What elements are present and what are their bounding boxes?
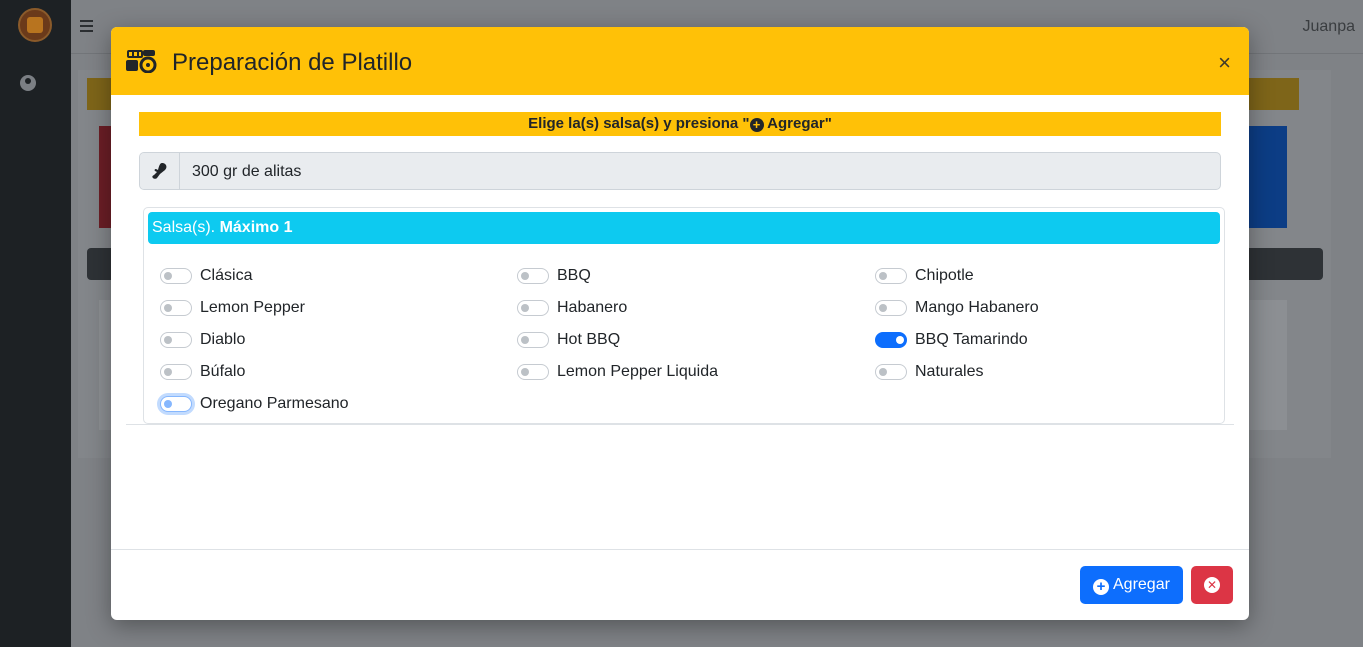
salsa-option-label[interactable]: Clásica (200, 267, 252, 285)
background-card-blue (1246, 126, 1287, 228)
salsa-header-max: Máximo 1 (219, 219, 293, 236)
salsa-toggle-switch[interactable] (160, 268, 192, 284)
salsa-option-label[interactable]: Hot BBQ (557, 331, 620, 349)
switch-knob (879, 304, 887, 312)
switch-knob (521, 272, 529, 280)
salsa-option-label[interactable]: Habanero (557, 299, 627, 317)
switch-knob (164, 368, 172, 376)
product-field: 300 gr de alitas (139, 152, 1221, 190)
close-button[interactable]: × (1218, 52, 1231, 74)
product-name: 300 gr de alitas (192, 163, 302, 180)
salsa-toggle-switch[interactable] (875, 300, 907, 316)
username[interactable]: Juanpa (1303, 18, 1356, 36)
switch-knob (879, 368, 887, 376)
salsa-header: Salsa(s). Máximo 1 (148, 212, 1220, 244)
instruction-text-post: " (824, 115, 832, 132)
salsa-option-label[interactable]: Búfalo (200, 363, 245, 381)
plus-circle-icon: + (749, 118, 764, 132)
switch-knob (164, 336, 172, 344)
salsa-toggle-switch[interactable] (517, 268, 549, 284)
add-button-label: Agregar (1113, 576, 1170, 593)
dish-icon (126, 50, 157, 73)
switch-knob (521, 304, 529, 312)
switch-knob (896, 336, 904, 344)
salsa-toggle-switch[interactable] (875, 332, 907, 348)
salsa-toggle-switch[interactable] (875, 364, 907, 380)
switch-knob (164, 304, 172, 312)
instruction-text-pre: Elige la(s) salsa(s) y presiona " (528, 115, 750, 132)
salsa-toggle-switch[interactable] (160, 300, 192, 316)
switch-knob (879, 272, 887, 280)
add-button[interactable]: + Agregar (1080, 566, 1183, 604)
salsa-option-label[interactable]: Mango Habanero (915, 299, 1039, 317)
salsa-toggle-switch[interactable] (517, 364, 549, 380)
switch-knob (521, 368, 529, 376)
switch-knob (164, 400, 172, 408)
modal-header: Preparación de Platillo × (111, 27, 1249, 95)
salsa-option-label[interactable]: Chipotle (915, 267, 974, 285)
salsa-option-label[interactable]: Lemon Pepper (200, 299, 305, 317)
switch-knob (164, 272, 172, 280)
salsa-toggle-switch[interactable] (517, 300, 549, 316)
switch-knob (521, 336, 529, 344)
x-circle-icon: ✕ (1204, 577, 1220, 593)
sidebar (0, 0, 71, 647)
preparation-modal: Preparación de Platillo × Elige la(s) sa… (111, 27, 1249, 620)
salsa-option-label[interactable]: Naturales (915, 363, 983, 381)
divider (126, 424, 1234, 425)
salsa-toggle-switch[interactable] (875, 268, 907, 284)
salsa-toggle-switch[interactable] (160, 396, 192, 412)
salsa-option-label[interactable]: Lemon Pepper Liquida (557, 363, 718, 381)
app-logo[interactable] (18, 8, 52, 42)
salsa-option-label[interactable]: BBQ (557, 267, 591, 285)
salsa-toggle-switch[interactable] (160, 364, 192, 380)
user-icon[interactable] (20, 75, 36, 91)
salsa-option-label[interactable]: Oregano Parmesano (200, 395, 349, 413)
modal-title: Preparación de Platillo (172, 49, 413, 76)
salsa-option-label[interactable]: BBQ Tamarindo (915, 331, 1028, 349)
cancel-button[interactable]: ✕ (1191, 566, 1233, 604)
salsa-option-label[interactable]: Diablo (200, 331, 245, 349)
plus-circle-icon: + (1093, 579, 1109, 595)
chicken-wing-icon (152, 163, 167, 179)
hamburger-menu-icon[interactable] (80, 20, 93, 32)
salsa-toggle-switch[interactable] (160, 332, 192, 348)
product-icon-box (140, 153, 180, 189)
salsa-toggle-switch[interactable] (517, 332, 549, 348)
instruction-banner: Elige la(s) salsa(s) y presiona " + Agreg… (139, 112, 1221, 136)
footer-divider (111, 549, 1249, 550)
instruction-button-name: Agregar (767, 115, 825, 132)
salsa-header-label: Salsa(s). (152, 219, 220, 236)
salsa-card: Salsa(s). Máximo 1 Clásica BBQ Chipotle Lem… (143, 207, 1225, 424)
